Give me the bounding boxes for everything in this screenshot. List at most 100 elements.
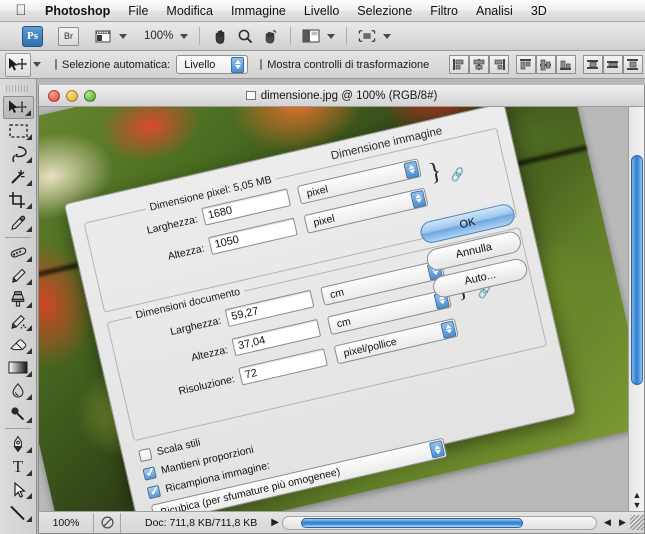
appbar-divider-1 (199, 27, 201, 45)
screen-mode-icon[interactable] (302, 27, 320, 45)
tool-expand-triangle-icon (25, 348, 32, 354)
current-tool-move-icon[interactable] (5, 52, 31, 77)
stepper-down-arrow-icon (432, 270, 439, 276)
tool-path-selection[interactable] (3, 478, 34, 501)
arrange-documents-icon[interactable] (358, 27, 376, 45)
hand-tool-icon[interactable] (211, 27, 229, 45)
bridge-launch-icon[interactable]: Br (58, 26, 79, 46)
align-right-edges-icon[interactable] (489, 55, 510, 74)
auto-select-scope-stepper-icon[interactable] (231, 56, 245, 73)
menu-modifica[interactable]: Modifica (157, 0, 222, 22)
tool-line[interactable] (3, 501, 34, 524)
menu-analisi[interactable]: Analisi (467, 0, 522, 22)
tool-options-bar: Selezione automatica: Livello Mostra con… (0, 51, 645, 79)
type-tool-glyph: T (12, 456, 24, 476)
tool-eraser[interactable] (3, 333, 34, 356)
tool-rectangular-marquee[interactable] (3, 119, 34, 142)
arrange-documents-chevron-down-icon[interactable] (383, 33, 392, 39)
zoom-tool-icon[interactable] (236, 27, 254, 45)
tool-expand-triangle-icon (25, 447, 32, 453)
tool-brush[interactable] (3, 264, 34, 287)
distribute-vertical-centers-icon[interactable] (603, 55, 624, 74)
zoom-chevron-down-icon[interactable] (180, 33, 189, 39)
tool-eyedropper[interactable] (3, 211, 34, 234)
scroll-down-arrow-icon[interactable]: ▼ (630, 500, 644, 510)
move-tool-preset-chevron-down-icon[interactable] (33, 62, 41, 67)
align-top-edges-icon[interactable] (516, 55, 537, 74)
scale-styles-label: Scala stili (155, 436, 202, 459)
align-left-edges-icon[interactable] (449, 55, 470, 74)
align-bottom-edges-icon[interactable] (556, 55, 577, 74)
document-window: dimensione.jpg @ 100% (RGB/8#) Dimension… (38, 85, 645, 534)
horizontal-scrollbar-thumb[interactable] (300, 517, 523, 528)
scroll-up-arrow-icon[interactable]: ▲ (630, 490, 644, 500)
menu-photoshop[interactable]: Photoshop (36, 0, 119, 22)
tool-pen[interactable] (3, 432, 34, 455)
tool-clone-stamp[interactable] (3, 287, 34, 310)
status-zoom-level[interactable]: 100% (39, 517, 93, 529)
distribute-bottom-edges-icon[interactable] (623, 55, 644, 74)
tool-crop[interactable] (3, 188, 34, 211)
tool-spot-healing-brush[interactable] (3, 241, 34, 264)
tool-move[interactable] (2, 96, 34, 119)
menu-filtro[interactable]: Filtro (421, 0, 467, 22)
rotate-view-tool-icon[interactable] (261, 27, 279, 45)
tool-expand-triangle-icon (25, 180, 32, 186)
pixel-width-unit-stepper-icon[interactable] (403, 160, 420, 179)
resample-image-checkbox[interactable] (146, 484, 162, 500)
menu-3d[interactable]: 3D (522, 0, 556, 22)
image-canvas[interactable]: Dimensione immagine Dimensione pixel: 5,… (39, 107, 644, 512)
tool-expand-triangle-icon (25, 394, 32, 400)
tool-dodge[interactable] (3, 402, 34, 425)
auto-select-scope-value: Livello (184, 58, 216, 71)
tool-magic-wand[interactable] (3, 165, 34, 188)
align-horizontal-centers-icon[interactable] (469, 55, 490, 74)
status-menu-arrow-icon[interactable]: ▶ (271, 517, 279, 528)
document-proxy-icon[interactable] (245, 91, 256, 100)
align-vertical-centers-icon[interactable] (536, 55, 557, 74)
tool-blur[interactable] (3, 379, 34, 402)
constrain-proportions-checkbox[interactable] (142, 466, 157, 481)
canvas-horizontal-scrollbar[interactable] (281, 515, 597, 530)
menu-selezione[interactable]: Selezione (348, 0, 421, 22)
scroll-left-arrow-icon[interactable]: ◀ (600, 515, 615, 530)
photoshop-application-window:  Photoshop File Modifica Immagine Livel… (0, 0, 645, 534)
screen-mode-chevron-down-icon[interactable] (327, 33, 336, 39)
document-height-unit-value: cm (335, 315, 352, 330)
auto-select-checkbox[interactable] (55, 59, 57, 70)
menu-file[interactable]: File (119, 0, 157, 22)
document-title-bar[interactable]: dimensione.jpg @ 100% (RGB/8#) (39, 85, 644, 107)
view-extras-chevron-down-icon[interactable] (119, 33, 127, 39)
canvas-vertical-scrollbar[interactable]: ▲ ▼ (628, 107, 644, 512)
tool-expand-triangle-icon (25, 470, 32, 476)
menu-livello[interactable]: Livello (295, 0, 348, 22)
tools-palette: T (0, 79, 37, 534)
tools-palette-drag-handle[interactable] (6, 85, 30, 92)
vertical-scrollbar-thumb[interactable] (631, 155, 643, 385)
auto-select-scope-dropdown[interactable]: Livello (176, 55, 249, 74)
appbar-zoom-level[interactable]: 100% (144, 30, 173, 42)
resolution-unit-stepper-icon[interactable] (440, 319, 457, 339)
status-doc-size: Doc: 711,8 KB/711,8 KB (145, 516, 258, 529)
tool-gradient[interactable] (3, 356, 34, 379)
align-group-1 (449, 55, 510, 74)
show-transform-controls-checkbox[interactable] (260, 59, 263, 70)
pixel-height-unit-stepper-icon[interactable] (410, 189, 427, 208)
stepper-down-arrow-icon (415, 198, 423, 204)
menu-immagine[interactable]: Immagine (222, 0, 295, 22)
resample-method-stepper-icon[interactable] (428, 440, 446, 459)
distribute-top-edges-icon[interactable] (583, 55, 604, 74)
apple-logo-icon[interactable]:  (10, 3, 32, 18)
status-preview-icon[interactable] (94, 516, 120, 529)
scroll-right-arrow-icon[interactable]: ▶ (615, 515, 630, 530)
tool-expand-triangle-icon (25, 226, 32, 232)
tool-type[interactable]: T (3, 455, 34, 478)
window-resize-grip[interactable] (630, 515, 644, 530)
tool-history-brush[interactable] (3, 310, 34, 333)
tool-expand-triangle-icon (25, 203, 32, 209)
stepper-down-arrow-icon (438, 299, 446, 305)
vertical-scrollbar-arrows[interactable]: ▲ ▼ (630, 490, 644, 510)
view-extras-icon[interactable] (94, 27, 112, 45)
scale-styles-checkbox[interactable] (138, 447, 153, 463)
tool-lasso[interactable] (3, 142, 34, 165)
